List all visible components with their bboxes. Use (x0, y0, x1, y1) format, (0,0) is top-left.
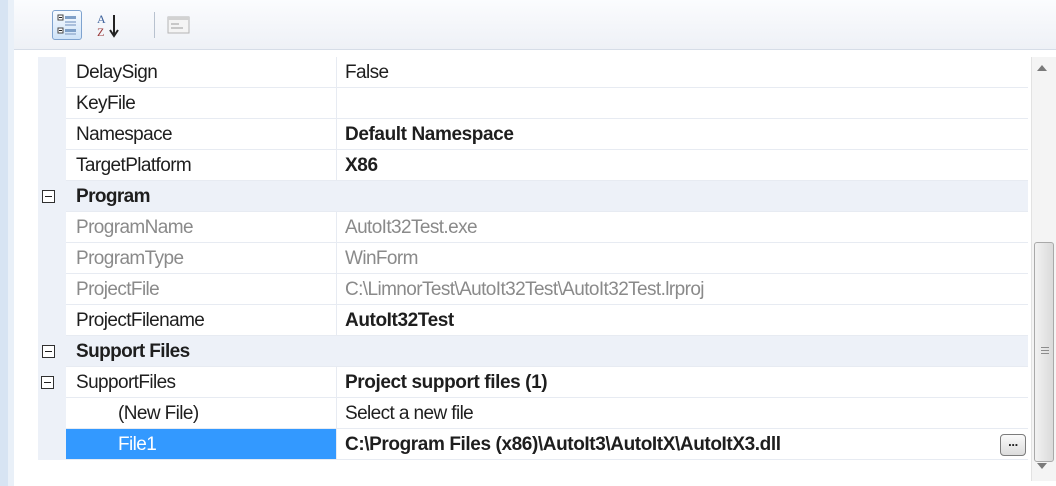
vertical-scrollbar[interactable] (1031, 57, 1056, 481)
property-name: TargetPlatform (66, 150, 337, 181)
svg-text:Z: Z (97, 25, 104, 39)
property-row-programname[interactable]: ProgramName AutoIt32Test.exe (38, 212, 1028, 243)
property-row-delaysign[interactable]: DelaySign False (38, 57, 1028, 88)
scroll-down-icon[interactable] (1037, 463, 1047, 469)
file1-path: C:\Program Files (x86)\AutoIt3\AutoItX\A… (345, 434, 781, 455)
property-value[interactable]: False (337, 57, 1028, 88)
property-row-programtype[interactable]: ProgramType WinForm (38, 243, 1028, 274)
property-value: WinForm (337, 243, 1028, 274)
property-name: (New File) (66, 398, 337, 429)
property-name: ProjectFilename (66, 305, 337, 336)
property-name: ProgramName (66, 212, 337, 243)
scroll-up-icon[interactable] (1037, 65, 1047, 71)
category-label: Support Files (66, 336, 1028, 367)
property-value[interactable]: Select a new file (337, 398, 1028, 429)
property-value[interactable] (337, 88, 1028, 119)
property-grid: DelaySign False KeyFile Namespace Defaul… (38, 57, 1028, 481)
collapse-icon[interactable] (41, 376, 54, 389)
category-row-program[interactable]: Program (38, 181, 1028, 212)
property-row-keyfile[interactable]: KeyFile (38, 88, 1028, 119)
property-row-supportfiles[interactable]: SupportFiles Project support files (1) (38, 367, 1028, 398)
property-row-namespace[interactable]: Namespace Default Namespace (38, 119, 1028, 150)
collapse-icon[interactable] (42, 345, 55, 358)
property-value[interactable]: Default Namespace (337, 119, 1028, 150)
property-value: AutoIt32Test.exe (337, 212, 1028, 243)
property-row-file1[interactable]: File1 C:\Program Files (x86)\AutoIt3\Aut… (38, 429, 1028, 460)
property-name: SupportFiles (66, 367, 337, 398)
property-row-new-file[interactable]: (New File) Select a new file (38, 398, 1028, 429)
left-panel-edge (0, 0, 15, 486)
property-row-projectfile[interactable]: ProjectFile C:\LimnorTest\AutoIt32Test\A… (38, 274, 1028, 305)
property-name: DelaySign (66, 57, 337, 88)
property-pages-icon (167, 16, 190, 34)
property-value[interactable]: AutoIt32Test (337, 305, 1028, 336)
property-name: Namespace (66, 119, 337, 150)
categorized-view-icon (57, 14, 76, 35)
alphabetical-sort-button[interactable]: A Z (94, 10, 124, 40)
property-name: ProgramType (66, 243, 337, 274)
property-grid-toolbar: A Z (14, 0, 1056, 50)
property-pages-button[interactable] (164, 10, 194, 40)
property-value[interactable]: X86 (337, 150, 1028, 181)
scrollbar-thumb[interactable] (1034, 242, 1054, 462)
sort-az-icon: A Z (97, 12, 119, 39)
category-row-support-files[interactable]: Support Files (38, 336, 1028, 367)
svg-text:A: A (97, 12, 106, 26)
property-name: ProjectFile (66, 274, 337, 305)
toolbar-separator (154, 12, 155, 38)
property-value[interactable]: Project support files (1) (337, 367, 1028, 398)
property-row-projectfilename[interactable]: ProjectFilename AutoIt32Test (38, 305, 1028, 336)
grip-icon (1041, 347, 1049, 356)
property-row-targetplatform[interactable]: TargetPlatform X86 (38, 150, 1028, 181)
property-value: C:\LimnorTest\AutoIt32Test\AutoIt32Test.… (337, 274, 1028, 305)
browse-ellipsis-button[interactable]: ... (1000, 434, 1026, 456)
collapse-icon[interactable] (42, 190, 55, 203)
property-value[interactable]: C:\Program Files (x86)\AutoIt3\AutoItX\A… (337, 429, 1028, 460)
property-name-selected: File1 (66, 429, 337, 460)
property-name: KeyFile (66, 88, 337, 119)
category-label: Program (66, 181, 1028, 212)
categorized-view-button[interactable] (52, 10, 82, 40)
